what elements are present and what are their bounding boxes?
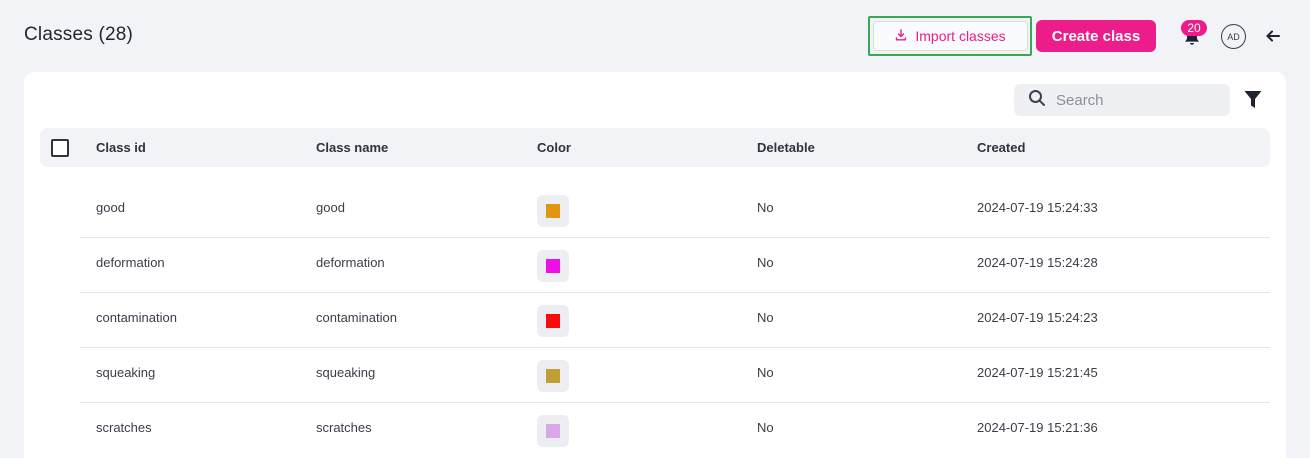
column-header-class-name[interactable]: Class name: [316, 140, 388, 155]
class-name-cell: squeaking: [316, 365, 376, 380]
class-name-cell: scratches: [316, 420, 372, 435]
select-all-checkbox[interactable]: [51, 139, 69, 157]
table-body: good good No 2024-07-19 15:24:33 deforma…: [24, 183, 1286, 458]
color-swatch-container: [537, 195, 569, 227]
color-swatch: [546, 424, 560, 438]
table-row[interactable]: contamination contamination No 2024-07-1…: [24, 293, 1286, 348]
user-avatar[interactable]: AD: [1221, 24, 1246, 49]
created-cell: 2024-07-19 15:24:28: [977, 255, 1098, 270]
table-row[interactable]: squeaking squeaking No 2024-07-19 15:21:…: [24, 348, 1286, 403]
table-row[interactable]: good good No 2024-07-19 15:24:33: [24, 183, 1286, 238]
color-swatch: [546, 369, 560, 383]
column-header-class-id[interactable]: Class id: [96, 140, 146, 155]
color-swatch-container: [537, 415, 569, 447]
class-name-cell: good: [316, 200, 345, 215]
search-input[interactable]: [1056, 91, 1216, 109]
column-header-created[interactable]: Created: [977, 140, 1025, 155]
class-id-cell: contamination: [96, 310, 177, 325]
notifications-button[interactable]: 20: [1178, 20, 1208, 50]
color-swatch: [546, 204, 560, 218]
deletable-cell: No: [757, 255, 774, 270]
import-classes-button[interactable]: Import classes: [873, 21, 1028, 51]
page-title: Classes (28): [24, 24, 134, 45]
deletable-cell: No: [757, 420, 774, 435]
color-swatch: [546, 259, 560, 273]
notification-count-badge: 20: [1181, 20, 1207, 36]
filter-icon: [1244, 91, 1262, 114]
create-class-button[interactable]: Create class: [1036, 20, 1156, 52]
back-button[interactable]: [1264, 27, 1284, 47]
deletable-cell: No: [757, 200, 774, 215]
table-header: Class id Class name Color Deletable Crea…: [40, 128, 1270, 167]
top-bar: Classes (28) Import classes Create class…: [0, 0, 1310, 72]
created-cell: 2024-07-19 15:21:36: [977, 420, 1098, 435]
created-cell: 2024-07-19 15:24:33: [977, 200, 1098, 215]
color-swatch-container: [537, 305, 569, 337]
color-swatch-container: [537, 360, 569, 392]
filter-button[interactable]: [1244, 90, 1264, 110]
class-id-cell: scratches: [96, 420, 152, 435]
class-id-cell: good: [96, 200, 125, 215]
download-icon: [895, 28, 907, 44]
table-row[interactable]: deformation deformation No 2024-07-19 15…: [24, 238, 1286, 293]
search-box: [1014, 84, 1230, 116]
class-id-cell: deformation: [96, 255, 165, 270]
created-cell: 2024-07-19 15:21:45: [977, 365, 1098, 380]
created-cell: 2024-07-19 15:24:23: [977, 310, 1098, 325]
import-classes-label: Import classes: [915, 28, 1006, 44]
color-swatch: [546, 314, 560, 328]
class-name-cell: deformation: [316, 255, 385, 270]
column-header-deletable[interactable]: Deletable: [757, 140, 815, 155]
deletable-cell: No: [757, 310, 774, 325]
classes-card: Class id Class name Color Deletable Crea…: [24, 72, 1286, 458]
color-swatch-container: [537, 250, 569, 282]
table-row[interactable]: scratches scratches No 2024-07-19 15:21:…: [24, 403, 1286, 458]
column-header-color[interactable]: Color: [537, 140, 571, 155]
deletable-cell: No: [757, 365, 774, 380]
search-icon: [1014, 89, 1046, 112]
class-id-cell: squeaking: [96, 365, 156, 380]
class-name-cell: contamination: [316, 310, 397, 325]
arrow-left-icon: [1264, 30, 1282, 49]
